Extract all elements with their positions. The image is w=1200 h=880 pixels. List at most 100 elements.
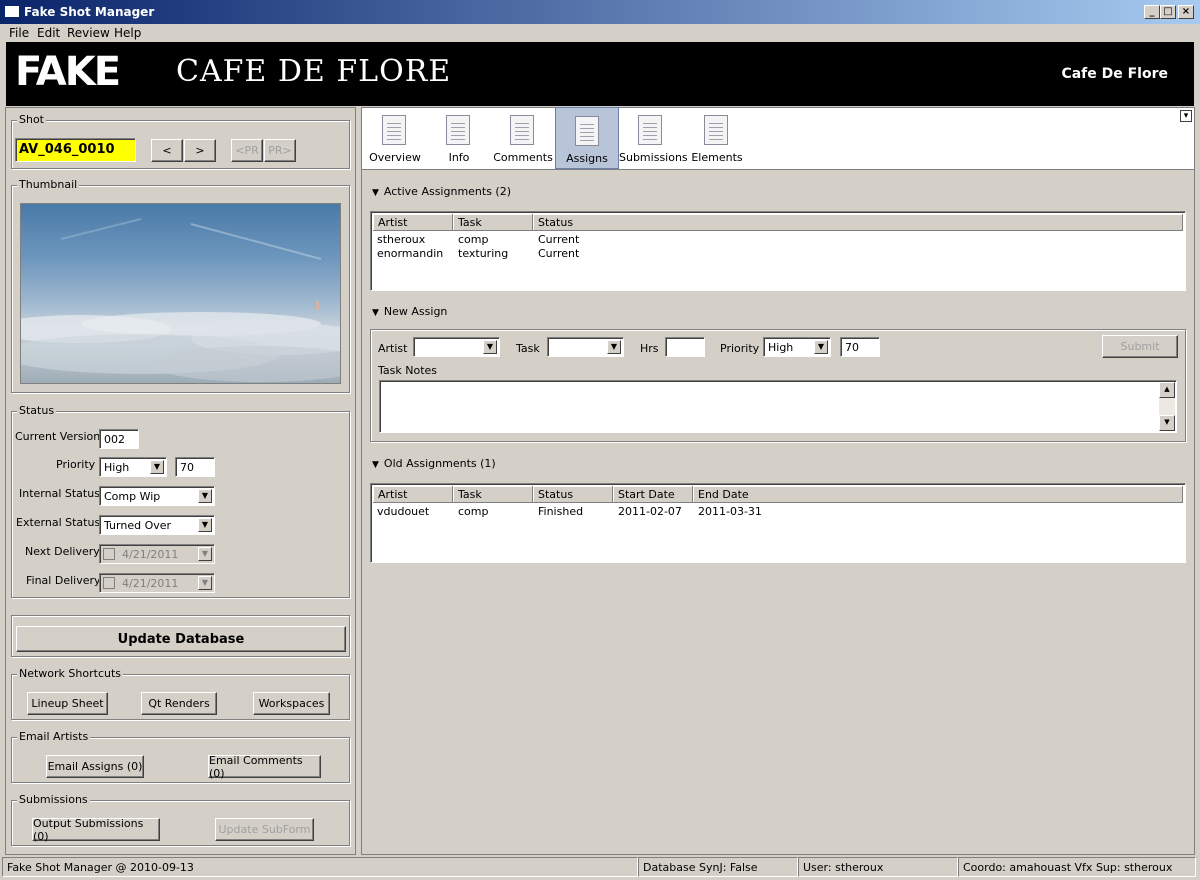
table-row[interactable]: stheroux comp Current [373,233,1183,247]
column-header-artist[interactable]: Artist [373,486,453,503]
menu-file[interactable]: File [9,26,29,40]
menu-help[interactable]: Help [114,26,141,40]
cell-artist: enormandin [377,247,444,260]
show-title: CAFE DE FLORE [176,54,452,89]
priority-select-value: High [104,461,130,474]
tab-elements[interactable]: Elements [685,107,749,169]
menu-review[interactable]: Review [67,26,110,40]
tab-overview[interactable]: Overview [363,107,427,169]
shot-code-field[interactable]: AV_046_0010 [15,138,136,162]
shot-group-label: Shot [17,113,46,126]
tab-comments-label: Comments [493,151,553,164]
internal-status-label: Internal Status [19,487,100,500]
column-header-task[interactable]: Task [453,214,533,231]
current-version-field[interactable]: 002 [99,429,139,449]
priority-label: Priority [56,458,96,471]
scroll-up-icon[interactable]: ▲ [1159,382,1175,398]
update-subform-button[interactable]: Update SubForm [215,818,314,841]
cell-task: comp [458,233,489,246]
next-delivery-checkbox[interactable] [103,548,115,560]
next-shot-button[interactable]: > [184,139,216,162]
update-database-button[interactable]: Update Database [16,626,346,652]
scroll-down-icon[interactable]: ▼ [1159,415,1175,431]
statusbar-coordo: Coordo: amahouast Vfx Sup: stheroux [958,857,1196,877]
pin-icon[interactable]: ▾ [1180,110,1192,122]
vertical-scrollbar[interactable]: ▲ ▼ [1159,382,1175,431]
document-icon [510,115,534,145]
cell-start-date: 2011-02-07 [618,505,682,518]
tab-overview-label: Overview [369,151,421,164]
lineup-sheet-button[interactable]: Lineup Sheet [27,692,108,715]
output-submissions-button[interactable]: Output Submissions (0) [32,817,160,843]
chevron-down-icon: ▼ [198,576,212,590]
assign-priority-select[interactable]: High ▼ [763,337,831,357]
table-row[interactable]: vdudouet comp Finished 2011-02-07 2011-0… [373,505,1183,519]
submissions-label: Submissions [17,793,90,806]
next-pr-button[interactable]: PR> [264,139,296,162]
document-icon [382,115,406,145]
maximize-button[interactable]: □ [1160,5,1176,19]
tab-info[interactable]: Info [427,107,491,169]
prev-shot-button[interactable]: < [151,139,183,162]
chevron-down-icon: ▼ [198,547,212,561]
column-header-status[interactable]: Status [533,214,1183,231]
task-notes-label: Task Notes [378,364,438,377]
priority-select[interactable]: High ▼ [99,457,167,477]
assign-priority-value-field[interactable]: 70 [840,337,880,357]
cell-artist: stheroux [377,233,426,246]
banner: FAKE CAFE DE FLORE Cafe De Flore [6,42,1194,106]
external-status-select[interactable]: Turned Over ▼ [99,515,215,535]
hrs-field[interactable] [665,337,705,357]
prev-pr-button[interactable]: <PR [231,139,263,162]
task-notes-textarea[interactable]: ▲ ▼ [379,380,1177,433]
artist-select[interactable]: ▼ [413,337,500,357]
collapse-triangle-icon: ▼ [372,188,379,198]
qt-renders-button[interactable]: Qt Renders [141,692,217,715]
old-assignments-header[interactable]: ▼ Old Assignments (1) [372,457,496,470]
email-comments-button[interactable]: Email Comments (0) [208,754,321,780]
thumbnail-group-label: Thumbnail [17,178,80,191]
table-row[interactable]: enormandin texturing Current [373,247,1183,261]
email-assigns-button[interactable]: Email Assigns (0) [46,755,144,778]
tab-assigns[interactable]: Assigns [555,107,619,169]
external-status-label: External Status [16,516,101,529]
column-header-artist[interactable]: Artist [373,214,453,231]
minimize-button[interactable]: _ [1144,5,1160,19]
active-assignments-table[interactable]: Artist Task Status stheroux comp Current… [370,211,1186,291]
tab-assigns-label: Assigns [566,152,608,165]
cloud-sea-graphic [21,218,340,382]
cell-status: Current [538,233,580,246]
current-version-label: Current Version [15,430,101,443]
tab-comments[interactable]: Comments [491,107,555,169]
statusbar-app: Fake Shot Manager @ 2010-09-13 [2,857,638,877]
collapse-triangle-icon: ▼ [372,308,379,318]
new-assign-header[interactable]: ▼ New Assign [372,305,447,318]
next-delivery-date[interactable]: 4/21/2011 ▼ [99,544,215,564]
final-delivery-checkbox[interactable] [103,577,115,589]
workspaces-button[interactable]: Workspaces [253,692,330,715]
assign-priority-value: High [768,341,794,354]
statusbar-user: User: stheroux [798,857,958,877]
close-button[interactable]: × [1178,5,1194,19]
internal-status-select[interactable]: Comp Wip ▼ [99,486,215,506]
assign-priority-label: Priority [720,342,760,355]
final-delivery-date[interactable]: 4/21/2011 ▼ [99,573,215,593]
column-header-start-date[interactable]: Start Date [613,486,693,503]
column-header-end-date[interactable]: End Date [693,486,1183,503]
thumbnail-image [20,203,341,384]
column-header-status[interactable]: Status [533,486,613,503]
old-assignments-table[interactable]: Artist Task Status Start Date End Date v… [370,483,1186,563]
show-name: Cafe De Flore [1061,66,1168,82]
chevron-down-icon: ▼ [483,340,497,354]
tab-submissions[interactable]: Submissions [619,107,688,169]
active-assignments-header[interactable]: ▼ Active Assignments (2) [372,185,511,198]
final-delivery-value: 4/21/2011 [122,577,179,590]
column-header-task[interactable]: Task [453,486,533,503]
menu-edit[interactable]: Edit [37,26,60,40]
priority-value-field[interactable]: 70 [175,457,215,477]
app-icon [4,5,20,18]
internal-status-value: Comp Wip [104,490,161,503]
task-select[interactable]: ▼ [547,337,624,357]
submit-button[interactable]: Submit [1102,335,1178,358]
tab-submissions-label: Submissions [619,151,688,164]
